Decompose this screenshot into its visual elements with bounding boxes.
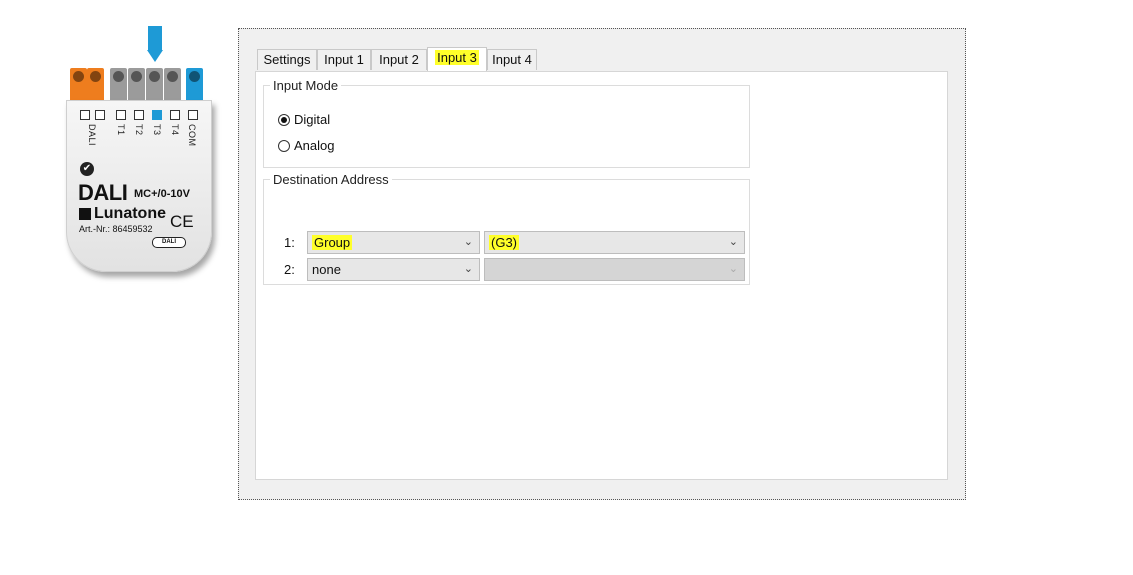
radio-unchecked-icon: [278, 139, 290, 152]
terminal: [146, 68, 163, 104]
dali-badge: DALI: [152, 237, 186, 248]
terminal-label-dali: DALI: [87, 124, 97, 147]
select-value: Group: [312, 235, 353, 250]
terminal-indicator: [80, 110, 90, 120]
terminal: [70, 68, 87, 104]
chevron-down-icon: ⌄: [463, 263, 473, 275]
radio-analog[interactable]: Analog: [278, 137, 334, 153]
type-select-2[interactable]: none ⌄: [307, 258, 480, 281]
terminal-label-t4: T4: [170, 124, 180, 136]
address-select-1[interactable]: (G3) ⌄: [484, 231, 745, 254]
select-value: none: [312, 262, 341, 277]
type-select-1[interactable]: Group ⌄: [307, 231, 480, 254]
terminal: [110, 68, 127, 104]
tab-label: Settings: [263, 52, 311, 67]
terminal-label-t1: T1: [116, 124, 126, 136]
tab-input-2[interactable]: Input 2: [371, 49, 427, 70]
ce-mark: CE: [170, 212, 194, 231]
destination-address-group: Destination Address 1: Group ⌄ (G3) ⌄ 2:…: [263, 172, 750, 285]
terminal-indicator: [188, 110, 198, 120]
terminal-label-t2: T2: [134, 124, 144, 136]
terminal-indicator: [95, 110, 105, 120]
radio-label: Analog: [294, 138, 335, 154]
device-model: MC+/0-10V: [134, 188, 190, 200]
radio-checked-icon: [278, 113, 290, 126]
tab-panel: Input Mode Digital Analog Destination Ad…: [255, 71, 948, 480]
input-mode-group: Input Mode Digital Analog: [263, 78, 750, 168]
terminal: [128, 68, 145, 104]
article-number: Art.-Nr.: 86459532: [79, 224, 153, 234]
terminal-indicator: [170, 110, 180, 120]
select-value: (G3): [489, 235, 519, 250]
terminal-label-com: COM: [187, 124, 197, 147]
lunatone-logo-icon: [79, 208, 91, 220]
configuration-window: Settings Input 1 Input 2 Input 3 Input 4…: [238, 28, 966, 500]
terminal-indicator-active: [152, 110, 162, 120]
radio-digital[interactable]: Digital: [278, 111, 330, 127]
tab-label: Input 4: [492, 52, 532, 67]
terminal-label-t3: T3: [152, 124, 162, 136]
check-logo-icon: ✔: [80, 162, 94, 176]
tab-input-1[interactable]: Input 1: [317, 49, 371, 70]
terminal: [164, 68, 181, 104]
row-label-1: 1:: [284, 235, 295, 250]
chevron-down-icon: ⌄: [463, 236, 473, 248]
destination-address-title: Destination Address: [273, 172, 389, 187]
device-brand: DALI: [78, 180, 128, 205]
terminal-indicator: [116, 110, 126, 120]
terminal-block: [70, 68, 206, 104]
dali-device-illustration: DALI T1 T2 T3 T4 COM ✔ DALI MC+/0-10V Lu…: [66, 26, 216, 276]
terminal-indicator: [134, 110, 144, 120]
terminal: [87, 68, 104, 104]
tab-input-4[interactable]: Input 4: [487, 49, 537, 70]
chevron-down-icon: ⌄: [728, 263, 738, 275]
arrow-down-icon: [147, 26, 163, 62]
input-mode-title: Input Mode: [273, 78, 339, 93]
tab-input-3[interactable]: Input 3: [427, 47, 487, 71]
tab-label: Input 3: [435, 50, 479, 65]
address-select-2: ⌄: [484, 258, 745, 281]
device-manufacturer: Lunatone: [94, 205, 166, 222]
tab-label: Input 2: [379, 52, 419, 67]
radio-label: Digital: [294, 112, 331, 128]
tab-settings[interactable]: Settings: [257, 49, 317, 70]
chevron-down-icon: ⌄: [728, 236, 738, 248]
terminal: [186, 68, 203, 104]
tab-label: Input 1: [324, 52, 364, 67]
row-label-2: 2:: [284, 262, 295, 277]
